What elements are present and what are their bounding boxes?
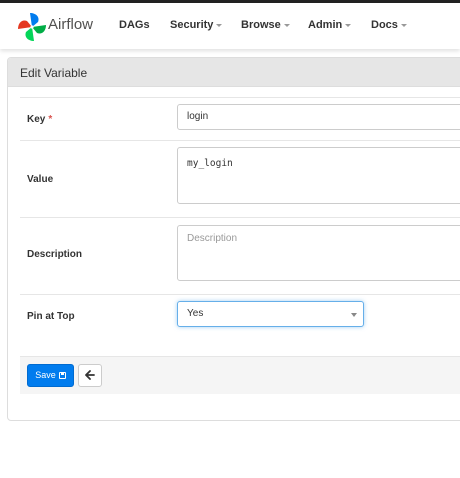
caret-down-icon (345, 23, 352, 27)
key-input[interactable]: login (177, 104, 460, 130)
save-button[interactable]: Save (27, 364, 74, 387)
description-placeholder: Description (187, 233, 238, 244)
nav-item-dags[interactable]: DAGs (119, 19, 150, 31)
caret-down-icon (283, 23, 290, 27)
form-actions: Save (20, 356, 460, 394)
nav-item-label: Admin (308, 19, 343, 31)
floppy-disk-icon (58, 372, 66, 379)
key-label: Key * (27, 114, 52, 125)
value-textarea-content: my_login (187, 158, 233, 169)
pin-at-top-select[interactable]: Yes (177, 301, 364, 327)
value-textarea[interactable]: my_login (177, 147, 460, 204)
nav-item-docs[interactable]: Docs (371, 19, 407, 31)
panel-heading: Edit Variable (8, 58, 460, 87)
chevron-down-icon (351, 313, 357, 317)
caret-down-icon (400, 23, 407, 27)
nav-item-label: Browse (241, 19, 281, 31)
airflow-logo-icon[interactable] (16, 9, 48, 45)
brand-name[interactable]: Airflow (48, 16, 93, 33)
panel-title: Edit Variable (20, 66, 88, 80)
back-button[interactable] (78, 364, 102, 387)
pin-select-value: Yes (187, 308, 204, 319)
value-label: Value (27, 174, 54, 185)
nav-item-browse[interactable]: Browse (241, 19, 290, 31)
arrow-left-icon (85, 370, 95, 380)
key-input-value: login (187, 111, 209, 122)
nav-item-label: DAGs (119, 19, 150, 31)
pin-label: Pin at Top (27, 311, 75, 322)
required-marker: * (48, 114, 53, 125)
description-label: Description (27, 249, 83, 260)
nav-item-security[interactable]: Security (170, 19, 223, 31)
nav-item-admin[interactable]: Admin (308, 19, 352, 31)
nav-item-label: Security (170, 19, 214, 31)
navbar: Airflow DAGs Security Browse Admin Docs (0, 3, 460, 49)
save-button-label: Save (35, 370, 56, 380)
description-textarea[interactable]: Description (177, 225, 460, 281)
caret-down-icon (216, 23, 223, 27)
nav-item-label: Docs (371, 19, 398, 31)
key-label-text: Key (27, 114, 46, 125)
